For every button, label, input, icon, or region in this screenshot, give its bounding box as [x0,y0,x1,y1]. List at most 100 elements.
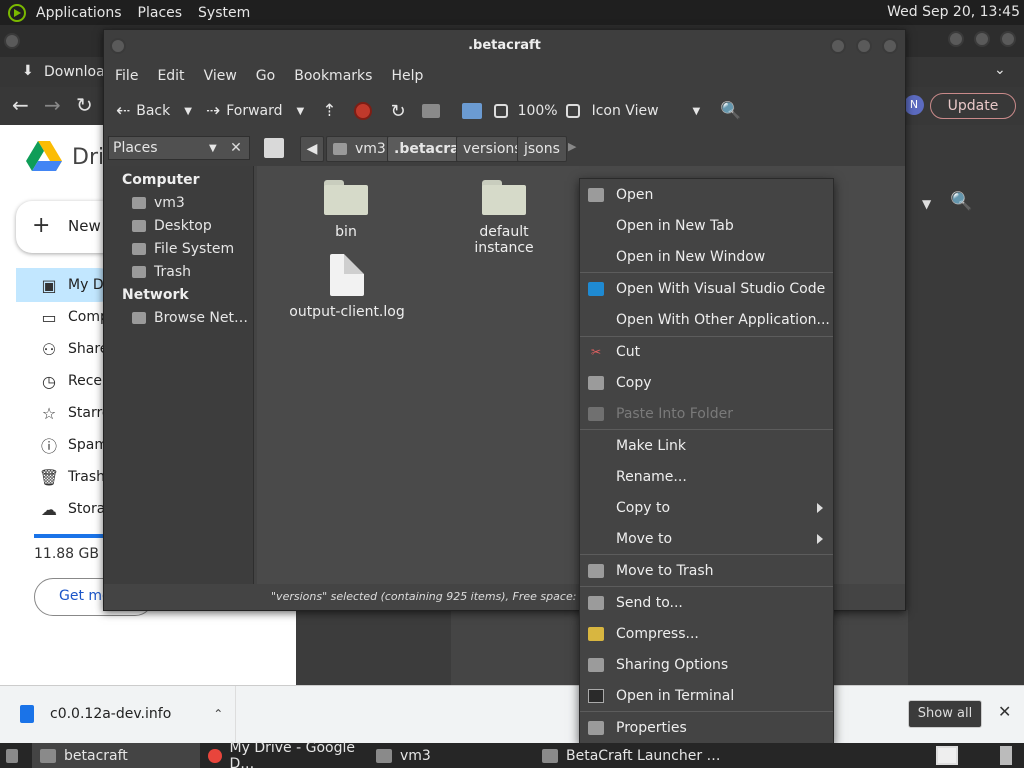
chrome-maximize-icon[interactable] [974,31,990,47]
chevron-up-icon[interactable]: ⌃ [213,707,223,721]
sidebar-item-desktop[interactable]: Desktop [132,218,250,234]
trash-applet-icon[interactable] [1000,746,1012,765]
menu-item-open-new-tab[interactable]: Open in New Tab [580,210,833,241]
taskbar-item-vm3[interactable]: vm3 [368,743,534,768]
view-mode-select[interactable]: Icon View [592,103,659,119]
menu-item-sharing-options[interactable]: Sharing Options [580,649,833,680]
breadcrumb-vm3[interactable]: vm3 [326,136,393,162]
breadcrumb-left-arrow-icon[interactable]: ◀ [300,136,324,162]
trash-icon [588,563,604,578]
menu-help[interactable]: Help [391,68,423,84]
show-all-button[interactable]: Show all [908,700,982,728]
menu-file[interactable]: File [115,68,138,84]
sidebar-item-file-system[interactable]: File System [132,241,250,257]
clock-icon: ◷ [42,371,56,391]
close-window-icon[interactable] [882,38,898,54]
search-icon[interactable]: 🔍 [950,191,972,212]
menu-view[interactable]: View [204,68,237,84]
network-icon [132,312,146,324]
window-menu-icon[interactable] [110,38,126,54]
show-desktop-icon[interactable] [0,743,32,768]
folder-icon [324,180,368,215]
home-folder-icon [132,197,146,209]
menu-item-rename[interactable]: Rename... [580,461,833,492]
menu-item-open-in-terminal[interactable]: Open in Terminal [580,680,833,711]
taskbar-item-chrome[interactable]: My Drive - Google D… [200,740,368,768]
sidebar-item-vm3[interactable]: vm3 [132,195,250,211]
chrome-window-button-icon[interactable] [4,33,20,49]
forward-button[interactable]: ⇢ Forward [206,101,283,121]
close-icon[interactable]: ✕ [998,702,1011,721]
chrome-close-icon[interactable] [1000,31,1016,47]
view-mode-dropdown-icon[interactable]: ▼ [693,106,701,117]
menu-item-open-with-other[interactable]: Open With Other Application... [580,304,833,335]
menu-item-move-to-trash[interactable]: Move to Trash [580,555,833,586]
avatar[interactable]: N [904,95,924,115]
search-icon[interactable]: 🔍 [720,101,741,121]
chevron-down-icon[interactable]: ⌄ [994,62,1006,78]
sidebar-item-browse-network[interactable]: Browse Net… [132,310,250,326]
places-menu[interactable]: Places [138,5,183,21]
applications-menu[interactable]: Applications [36,5,122,21]
file-item-bin[interactable]: bin [291,180,401,240]
storage-bar [34,534,114,538]
menu-item-send-to[interactable]: Send to... [580,587,833,618]
taskbar-item-betacraft-launcher[interactable]: BetaCraft Launcher … [534,743,734,768]
back-history-dropdown-icon[interactable]: ▼ [184,106,192,117]
zoom-in-icon[interactable] [565,104,580,118]
clock[interactable]: Wed Sep 20, 13:45 [887,4,1020,20]
trash-icon [132,266,146,278]
my-drive-icon: ▣ [41,275,57,295]
home-icon[interactable] [421,104,440,118]
stop-icon[interactable] [354,102,373,120]
trash-icon: 🗑 [38,467,60,487]
zoom-out-icon[interactable] [493,104,508,118]
menu-item-make-link[interactable]: Make Link [580,430,833,461]
breadcrumb-right-arrow-icon[interactable]: ▶ [568,140,576,153]
chrome-minimize-icon[interactable] [948,31,964,47]
copy-icon [588,375,604,390]
breadcrumb-jsons[interactable]: jsons [517,136,567,162]
forward-history-dropdown-icon[interactable]: ▼ [297,106,305,117]
menu-item-open-with-vscode[interactable]: Open With Visual Studio Code [580,273,833,304]
menu-item-move-to[interactable]: Move to [580,523,833,554]
menu-item-open-new-window[interactable]: Open in New Window [580,241,833,272]
menu-item-properties[interactable]: Properties [580,712,833,743]
up-arrow-icon[interactable]: ⇡ [322,101,336,121]
menu-go[interactable]: Go [256,68,275,84]
menu-bookmarks[interactable]: Bookmarks [294,68,372,84]
download-item[interactable]: c0.0.12a-dev.info ⌃ [0,686,236,742]
menu-item-copy[interactable]: Copy [580,367,833,398]
update-button[interactable]: Update [930,93,1016,119]
minimize-icon[interactable] [830,38,846,54]
archive-icon [588,626,604,641]
window-title[interactable]: .betacraft [104,30,905,62]
menu-edit[interactable]: Edit [157,68,184,84]
close-sidebar-icon[interactable]: ✕ [226,138,246,158]
menu-item-cut[interactable]: ✂ Cut [580,336,833,367]
back-button[interactable]: ⇠ Back [116,101,170,121]
zoom-level[interactable]: 100% [518,103,558,119]
dropdown-arrow-icon[interactable]: ▼ [922,197,931,211]
distro-logo-icon[interactable] [8,3,26,22]
terminal-icon [588,688,604,703]
download-arrow-icon: ⬇ [22,63,34,79]
computer-icon[interactable] [461,103,482,119]
menu-item-compress[interactable]: Compress... [580,618,833,649]
taskbar-item-betacraft[interactable]: betacraft [32,743,200,768]
back-arrow-icon[interactable]: ← [12,93,29,117]
sidebar-item-trash[interactable]: Trash [132,264,250,280]
maximize-icon[interactable] [856,38,872,54]
forward-arrow-icon[interactable]: → [44,93,61,117]
reload-icon[interactable]: ↻ [76,93,93,117]
menu-item-open[interactable]: Open [580,179,833,210]
file-item-default-instance[interactable]: default instance [449,180,559,256]
reload-icon[interactable]: ↻ [390,101,405,122]
workspace-switcher-icon[interactable] [936,746,958,765]
edit-location-icon[interactable] [264,138,284,158]
file-item-output-client-log[interactable]: output-client.log [283,254,411,320]
folder-icon [482,180,526,215]
menu-item-copy-to[interactable]: Copy to [580,492,833,523]
scissors-icon: ✂ [590,344,602,359]
system-menu[interactable]: System [198,5,250,21]
